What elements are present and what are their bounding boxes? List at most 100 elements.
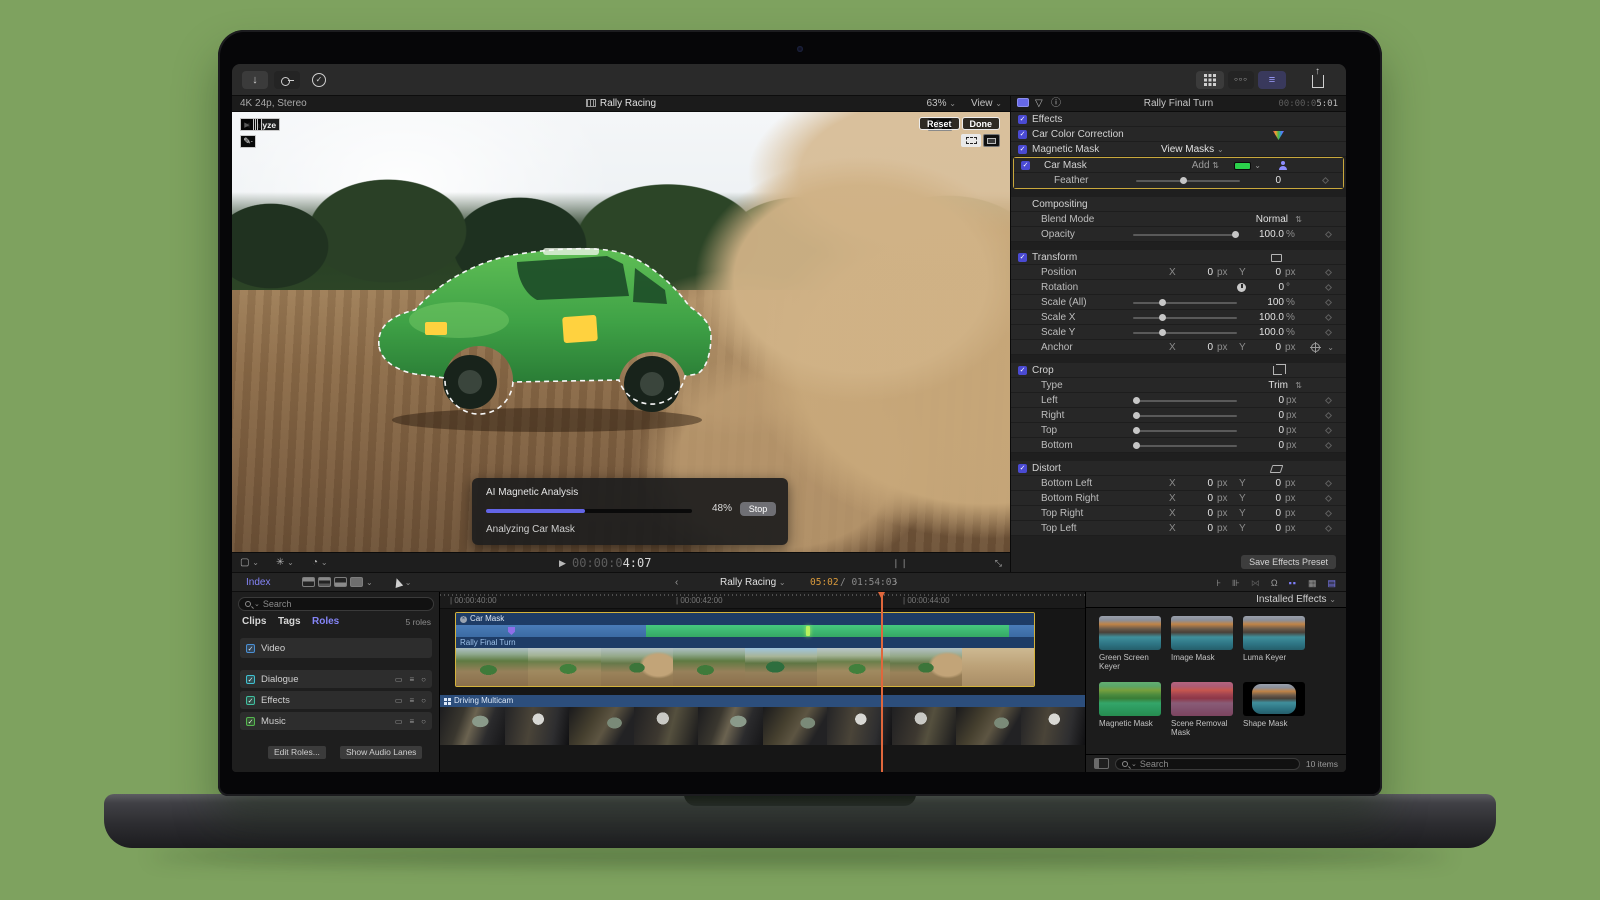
clip-appearance-controls[interactable]: ⌄ bbox=[302, 573, 373, 593]
distort-icon[interactable] bbox=[1270, 465, 1284, 473]
keyframe-icon[interactable] bbox=[1325, 268, 1332, 275]
stop-button[interactable]: Stop bbox=[740, 502, 776, 516]
timeline-ruler[interactable]: | 00:00:40:00 | 00:00:42:00 | 00:00:44:0… bbox=[440, 592, 1085, 609]
effect-thumbnail[interactable] bbox=[1099, 682, 1161, 716]
crop-right-row[interactable]: Right 0 px bbox=[1011, 408, 1346, 423]
effect-thumbnail[interactable] bbox=[1243, 616, 1305, 650]
crop-icon[interactable] bbox=[1273, 366, 1282, 375]
keyframe-icon[interactable] bbox=[1325, 494, 1332, 501]
show-mask-outline-button[interactable] bbox=[961, 134, 981, 147]
y-value[interactable]: 0 bbox=[1245, 491, 1281, 506]
index-button[interactable]: Index bbox=[246, 573, 270, 593]
effects-browser-header[interactable]: Installed Effects ⌄ bbox=[1086, 592, 1346, 608]
index-toggle-button[interactable]: ○○○ bbox=[1228, 71, 1254, 89]
y-value[interactable]: 0 bbox=[1245, 476, 1281, 491]
distort-section-row[interactable]: Distort bbox=[1011, 461, 1346, 476]
x-value[interactable]: 0 bbox=[1177, 521, 1213, 536]
next-mark-icon[interactable]: ▶ bbox=[240, 118, 254, 131]
crop-left-slider[interactable] bbox=[1133, 400, 1237, 402]
crop-bottom-row[interactable]: Bottom 0 px bbox=[1011, 438, 1346, 453]
distort-bottom-left-row[interactable]: Bottom Left X0px Y0px bbox=[1011, 476, 1346, 491]
role-lanes-icon[interactable]: ▭ bbox=[395, 696, 403, 705]
purple-marker[interactable] bbox=[508, 627, 515, 635]
done-button[interactable]: Done bbox=[962, 117, 1001, 130]
role-subroles-icon[interactable]: ≡ bbox=[409, 696, 414, 705]
param-value[interactable]: 100.0 bbox=[1234, 310, 1284, 325]
param-value[interactable]: 0 bbox=[1231, 173, 1281, 188]
blend-mode-row[interactable]: Blend Mode Normal ⇅ bbox=[1011, 212, 1346, 227]
show-mask-fill-button[interactable] bbox=[983, 134, 1000, 147]
keyframe-icon[interactable] bbox=[1325, 441, 1332, 448]
crop-section-row[interactable]: Crop bbox=[1011, 363, 1346, 378]
transition-icon[interactable]: ⋈ bbox=[1251, 573, 1260, 593]
effect-thumbnail[interactable] bbox=[1171, 616, 1233, 650]
x-value[interactable]: 0 bbox=[1177, 340, 1213, 355]
effects-section-row[interactable]: Effects bbox=[1011, 112, 1346, 127]
distort-top-right-row[interactable]: Top Right X0px Y0px bbox=[1011, 506, 1346, 521]
rotation-row[interactable]: Rotation 0 ° bbox=[1011, 280, 1346, 295]
param-value[interactable]: 0 bbox=[1234, 423, 1284, 438]
effect-item[interactable]: Scene Removal Mask bbox=[1171, 682, 1235, 737]
play-button[interactable]: ▶ bbox=[559, 553, 566, 573]
anchor-chevron-icon[interactable]: ⌄ bbox=[1327, 340, 1334, 355]
scale-y-row[interactable]: Scale Y 100.0 % bbox=[1011, 325, 1346, 340]
tab-tags[interactable]: Tags bbox=[278, 616, 301, 627]
media-browser-icon[interactable]: ▤ bbox=[1327, 573, 1336, 593]
save-effects-preset-button[interactable]: Save Effects Preset bbox=[1241, 555, 1336, 569]
crop-checkbox[interactable] bbox=[1018, 366, 1027, 375]
param-value[interactable]: Normal bbox=[1208, 212, 1288, 227]
clip-appearance-icon[interactable] bbox=[334, 577, 347, 587]
effect-thumbnail[interactable] bbox=[1099, 616, 1161, 650]
y-value[interactable]: 0 bbox=[1245, 521, 1281, 536]
role-focus-icon[interactable]: ○ bbox=[421, 696, 426, 705]
keyframe-icon[interactable] bbox=[1325, 479, 1332, 486]
index-search-input[interactable]: ⌄ Search bbox=[238, 597, 434, 611]
timeline-project-menu[interactable]: Rally Racing ⌄ bbox=[720, 573, 786, 593]
retime-menu[interactable]: ◔ ⌄ bbox=[312, 553, 328, 573]
analysis-button[interactable]: ✓ bbox=[306, 71, 332, 89]
role-focus-icon[interactable]: ○ bbox=[421, 675, 426, 684]
clip-appearance-icon[interactable] bbox=[302, 577, 315, 587]
keyframe-icon[interactable] bbox=[1322, 176, 1329, 183]
swatch-chevron-icon[interactable]: ⌄ bbox=[1254, 158, 1261, 173]
inspector-toggle-button[interactable]: ≡ bbox=[1258, 71, 1286, 89]
scale-y-slider[interactable] bbox=[1133, 332, 1237, 334]
effect-item[interactable]: Image Mask bbox=[1171, 616, 1235, 662]
anchor-icon[interactable] bbox=[1311, 343, 1320, 352]
transform-checkbox[interactable] bbox=[1018, 253, 1027, 262]
y-value[interactable]: 0 bbox=[1245, 506, 1281, 521]
role-subroles-icon[interactable]: ≡ bbox=[409, 675, 414, 684]
effect-item[interactable]: Luma Keyer bbox=[1243, 616, 1307, 662]
transform-overlay-menu[interactable]: ▢ ⌄ bbox=[240, 553, 259, 573]
remove-effect-icon[interactable]: × bbox=[460, 616, 467, 623]
scale-x-row[interactable]: Scale X 100.0 % bbox=[1011, 310, 1346, 325]
param-value[interactable]: 100 bbox=[1234, 295, 1284, 310]
zoom-menu[interactable]: 63% ⌄ bbox=[927, 96, 957, 112]
browser-toggle-button[interactable] bbox=[1196, 71, 1224, 89]
role-subroles-icon[interactable]: ≡ bbox=[409, 717, 414, 726]
keyframe-icon[interactable] bbox=[1325, 298, 1332, 305]
crop-bottom-slider[interactable] bbox=[1133, 445, 1237, 447]
mask-mode-menu[interactable]: Add ⇅ bbox=[1192, 158, 1219, 173]
tab-clips[interactable]: Clips bbox=[242, 616, 266, 627]
effects-checkbox[interactable] bbox=[1018, 115, 1027, 124]
skimming-icon[interactable]: ▪▪ bbox=[1289, 573, 1297, 593]
param-value[interactable]: 0 bbox=[1234, 393, 1284, 408]
x-value[interactable]: 0 bbox=[1177, 265, 1213, 280]
transform-icon[interactable] bbox=[1271, 254, 1282, 262]
y-value[interactable]: 0 bbox=[1245, 265, 1281, 280]
keyframe-icon[interactable] bbox=[1325, 328, 1332, 335]
effect-item[interactable]: Green Screen Keyer bbox=[1099, 616, 1163, 671]
effects-search-input[interactable]: ⌄ Search bbox=[1115, 758, 1300, 770]
role-lanes-icon[interactable]: ▭ bbox=[395, 675, 403, 684]
crop-top-slider[interactable] bbox=[1133, 430, 1237, 432]
param-value[interactable]: 100.0 bbox=[1234, 227, 1284, 242]
y-value[interactable]: 0 bbox=[1245, 340, 1281, 355]
audio-meters-icon[interactable]: ❙❙ bbox=[892, 553, 909, 573]
keyframe-icon[interactable] bbox=[1325, 524, 1332, 531]
effect-item[interactable]: Shape Mask bbox=[1243, 682, 1307, 728]
fullscreen-icon[interactable]: ⤡ bbox=[995, 553, 1002, 573]
masked-car[interactable] bbox=[367, 224, 727, 436]
feather-row[interactable]: Feather 0 bbox=[1014, 173, 1343, 188]
tab-roles[interactable]: Roles bbox=[312, 616, 339, 627]
